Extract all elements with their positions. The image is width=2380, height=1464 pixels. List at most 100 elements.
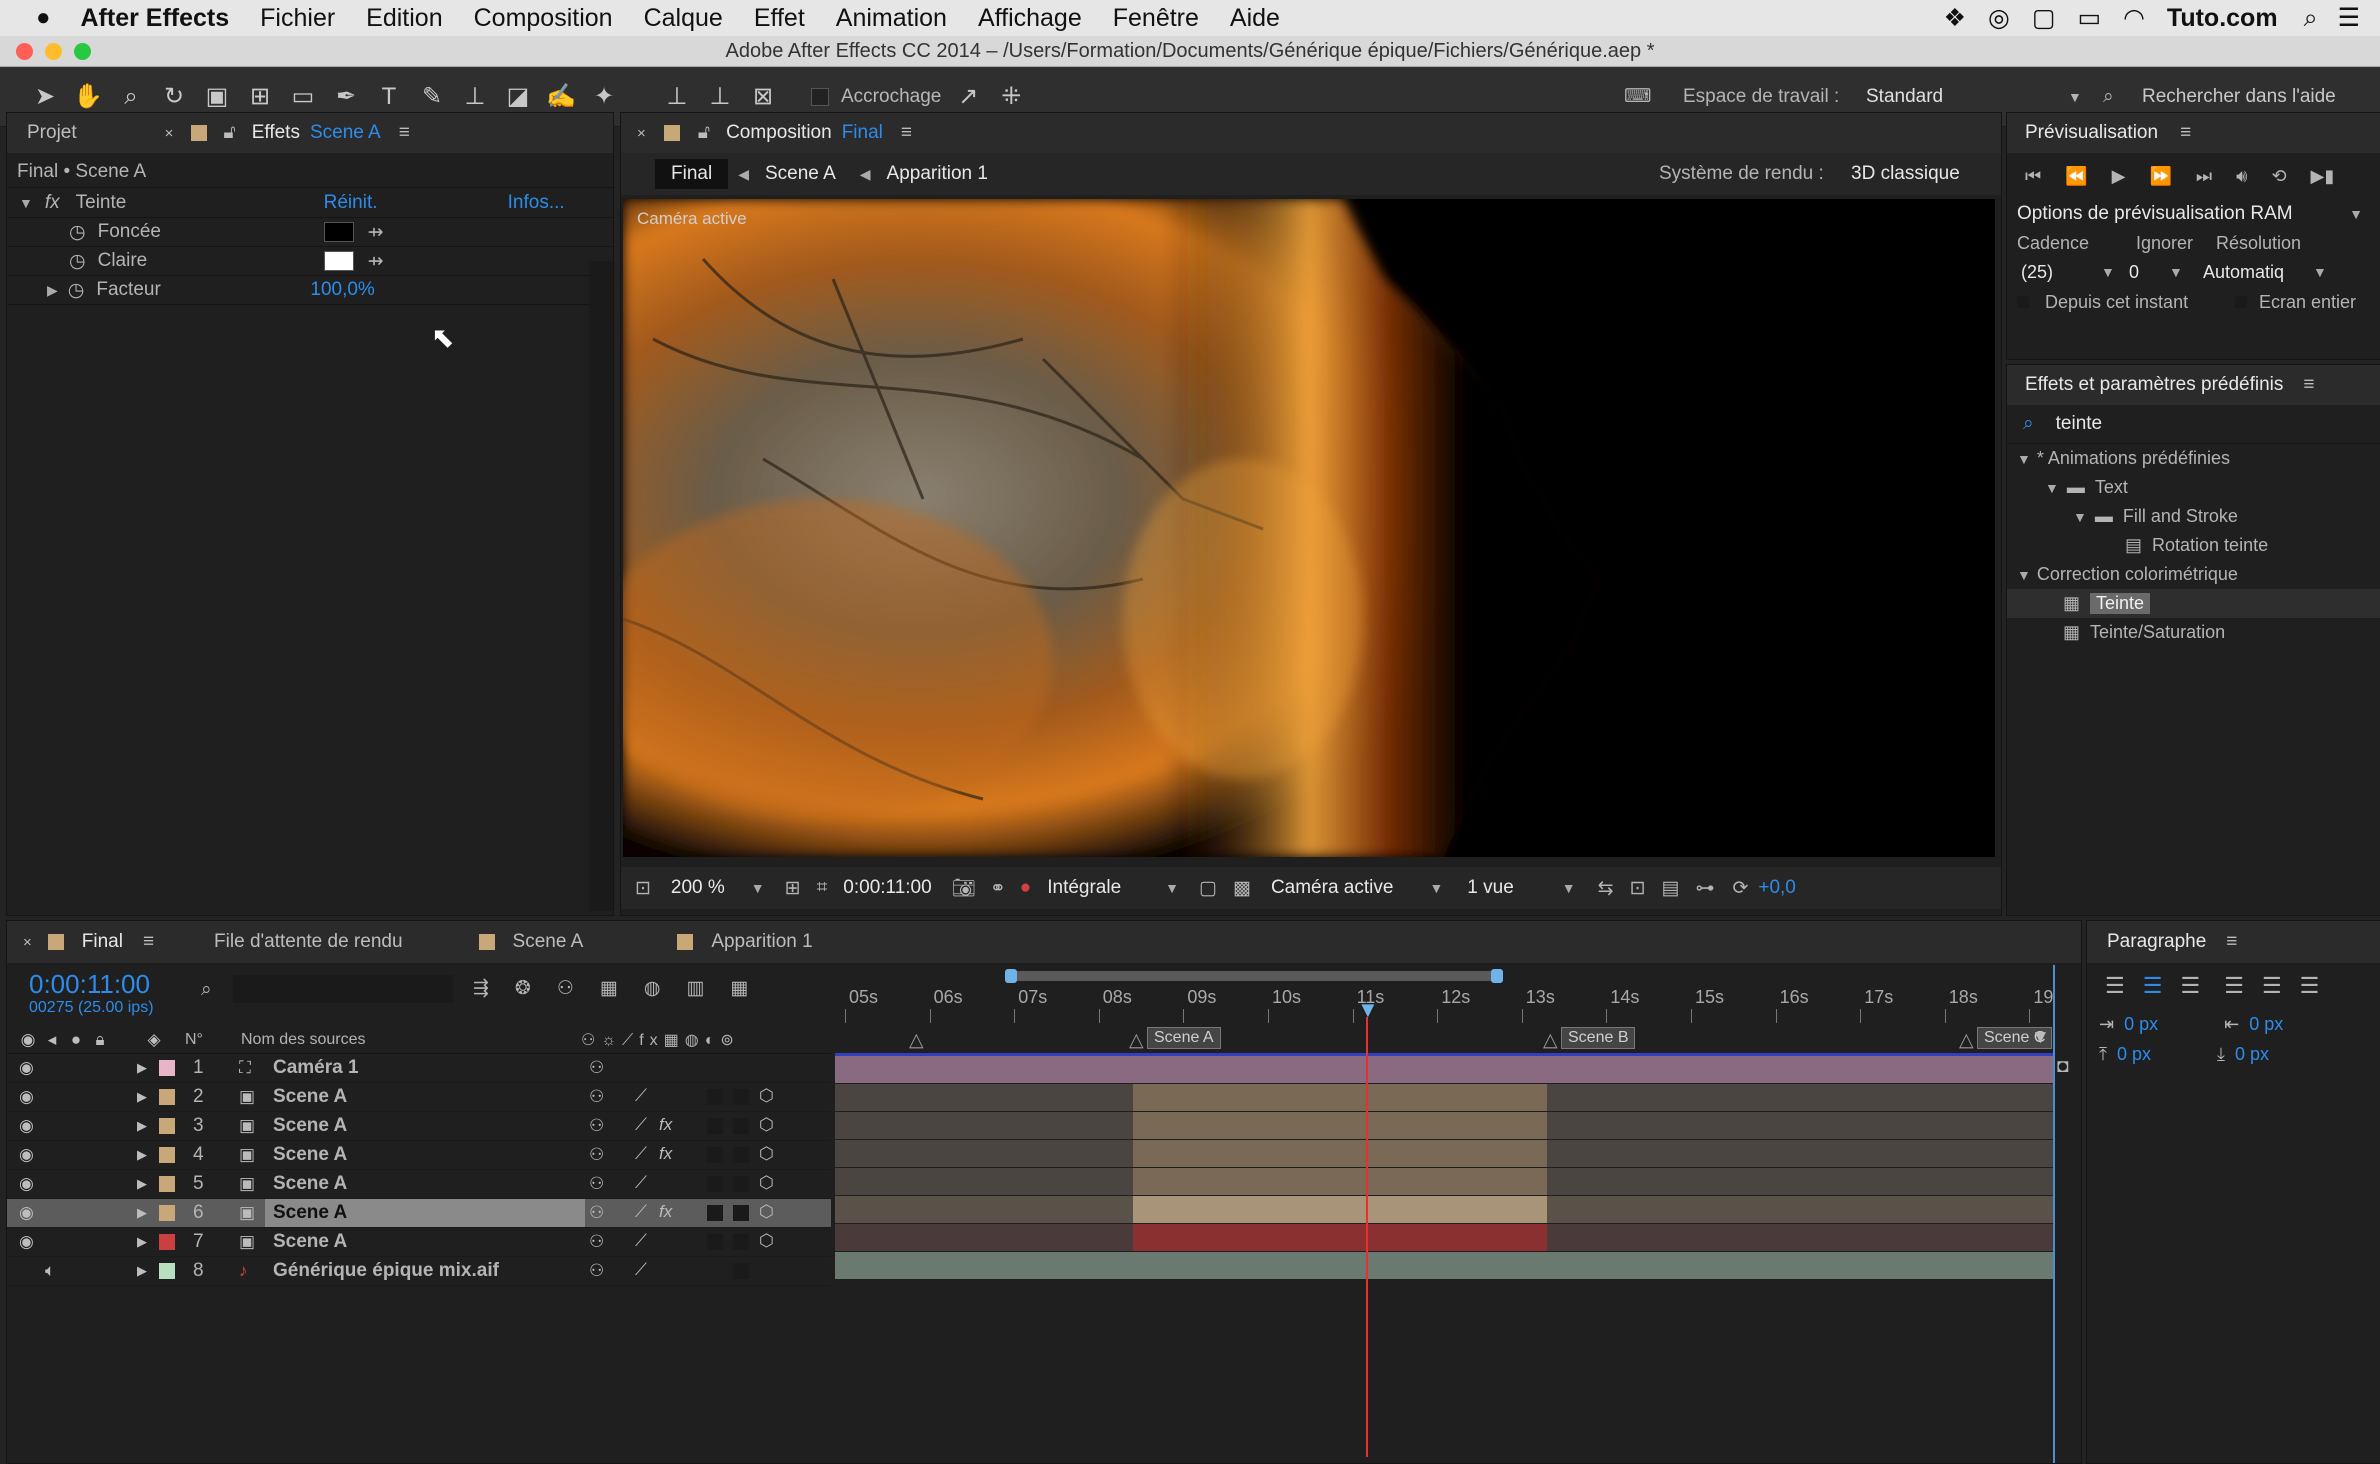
track-bar-3-active[interactable] <box>1133 1112 1547 1139</box>
shy-switch-icon[interactable]: ⚇ <box>589 1116 604 1136</box>
panel-menu-icon[interactable]: ≡ <box>901 122 912 144</box>
mask-visibility-icon[interactable]: ⌗ <box>817 877 828 899</box>
loop-icon[interactable]: ⟲ <box>2271 166 2286 187</box>
motion-blur-icon[interactable]: ◍ <box>644 977 661 1000</box>
screen-icon[interactable]: ▢ <box>2032 3 2056 33</box>
adjustment-box[interactable] <box>733 1089 749 1105</box>
rectangle-tool-icon[interactable]: ▭ <box>286 80 320 114</box>
eye-icon[interactable]: ◉ <box>19 1087 34 1107</box>
tree-item-teinte[interactable]: ▦ Teinte <box>2007 589 2380 618</box>
fx-icon[interactable]: fx <box>45 192 60 214</box>
work-area-end-handle[interactable] <box>1491 969 1503 983</box>
safe-margins-icon[interactable]: ⊞ <box>785 877 801 900</box>
channels-icon[interactable]: ● <box>1020 877 1031 899</box>
fx-switch-icon[interactable]: fx <box>659 1202 672 1222</box>
track-bar-6-active[interactable] <box>1133 1196 1547 1223</box>
selection-tool-icon[interactable]: ➤ <box>28 80 62 114</box>
stopwatch-icon[interactable]: ◷ <box>68 279 85 302</box>
rotate-tool-icon[interactable]: ↻ <box>157 80 191 114</box>
puppet-tool-icon[interactable]: ✦ <box>587 80 621 114</box>
chevron-down-icon[interactable]: ▼ <box>2101 264 2129 280</box>
chevron-down-icon[interactable]: ▼ <box>751 880 765 896</box>
eye-icon[interactable]: ◉ <box>19 1145 34 1165</box>
table-row[interactable]: ◉ ▶ 5 ▣ Scene A ⚇ ⟋ ⬡ <box>7 1170 831 1199</box>
shy-switch-icon[interactable]: ⚇ <box>589 1261 604 1281</box>
align-center-icon[interactable]: ☰ <box>2143 973 2163 999</box>
3d-layer-icon[interactable]: ⬡ <box>759 1144 774 1164</box>
label-color-swatch[interactable] <box>159 1234 175 1250</box>
layer-name[interactable]: Générique épique mix.aif <box>265 1257 585 1285</box>
toggle-pixel-icon[interactable]: ⇆ <box>1598 877 1614 900</box>
crumb-final[interactable]: Final <box>655 159 729 189</box>
from-now-checkbox[interactable] <box>2017 296 2029 308</box>
exposure-value[interactable]: +0,0 <box>1758 877 1796 899</box>
close-tab-icon[interactable]: × <box>637 125 646 142</box>
brush-tool-icon[interactable]: ✎ <box>415 80 449 114</box>
menu-effet[interactable]: Effet <box>754 4 805 33</box>
track-bar-audio[interactable] <box>835 1252 2053 1279</box>
motion-blur-box[interactable] <box>707 1205 723 1221</box>
expand-triangle-icon[interactable]: ▼ <box>2017 451 2031 467</box>
ram-options-row[interactable]: Options de prévisualisation RAM ▼ <box>2007 199 2380 229</box>
lock-icon[interactable]: 🔓︎ <box>698 122 710 144</box>
adjustment-box[interactable] <box>733 1205 749 1221</box>
comp-viewer[interactable]: Caméra active <box>623 199 1995 857</box>
adjustment-box[interactable] <box>733 1147 749 1163</box>
frame-blending-icon[interactable]: ▦ <box>600 977 618 1000</box>
effect-info-link[interactable]: Infos... <box>508 192 565 214</box>
motion-blur-box[interactable] <box>707 1147 723 1163</box>
hand-tool-icon[interactable]: ✋ <box>71 80 105 114</box>
layer-search-input[interactable] <box>233 975 453 1003</box>
motion-blur-box[interactable] <box>707 1234 723 1250</box>
local-axis-icon[interactable]: ⊥ <box>660 80 694 114</box>
expand-triangle-icon[interactable]: ▼ <box>19 195 33 211</box>
marker-end-icon[interactable]: ▼ <box>2031 1027 2050 1049</box>
renderer-value[interactable]: 3D classique <box>1851 163 1960 185</box>
shy-switch-icon[interactable]: ⚇ <box>589 1203 604 1223</box>
time-ruler[interactable]: 05s 06s 07s 08s 09s 10s 11s 12s 13s 14s 15s 16s 17s 1… <box>835 965 2053 1025</box>
label-color-swatch[interactable] <box>159 1147 175 1163</box>
menu-aide[interactable]: Aide <box>1230 4 1280 33</box>
chevron-down-icon[interactable]: ▼ <box>1562 880 1576 896</box>
layer-name[interactable]: Scene A <box>265 1228 585 1256</box>
tree-item-correction[interactable]: ▼ Correction colorimétrique <box>2007 560 2380 589</box>
table-row[interactable]: ◉ ▶ 2 ▣ Scene A ⚇ ⟋ ⬡ <box>7 1083 831 1112</box>
paragraph-title[interactable]: Paragraphe <box>2107 931 2206 953</box>
chevron-down-icon[interactable]: ▼ <box>1165 880 1179 896</box>
pan-behind-tool-icon[interactable]: ⊞ <box>243 80 277 114</box>
track-bar-4-active[interactable] <box>1133 1140 1547 1167</box>
audio-toggle-icon[interactable]: 🔈︎ <box>45 1261 55 1281</box>
table-row[interactable]: ◉ ▶ 6 ▣ Scene A ⚇ ⟋ fx ⬡ <box>7 1199 831 1228</box>
3d-layer-icon[interactable]: ⬡ <box>759 1202 774 1222</box>
quality-switch-icon[interactable]: ⟋ <box>635 1115 647 1135</box>
presets-search-input[interactable]: teinte <box>2056 413 2102 435</box>
motion-blur-box[interactable] <box>707 1176 723 1192</box>
layer-name[interactable]: Caméra 1 <box>265 1054 585 1082</box>
label-color-swatch[interactable] <box>159 1118 175 1134</box>
dropbox-icon[interactable]: ❖ <box>1944 3 1966 33</box>
expand-triangle-icon[interactable]: ▶ <box>137 1263 147 1279</box>
text-tool-icon[interactable]: T <box>372 80 406 114</box>
shy-layers-icon[interactable]: ⚇ <box>557 977 574 1000</box>
layer-name[interactable]: Scene A <box>265 1112 585 1140</box>
last-frame-icon[interactable]: ⏭ <box>2196 166 2212 187</box>
layer-name[interactable]: Scene A <box>265 1199 585 1227</box>
preview-title[interactable]: Prévisualisation <box>2025 122 2158 144</box>
color-swatch-foncee[interactable] <box>323 222 354 242</box>
help-search-input[interactable]: Rechercher dans l'aide <box>2142 86 2336 108</box>
panel-menu-icon[interactable]: ≡ <box>143 931 154 953</box>
quality-switch-icon[interactable]: ⟋ <box>635 1144 647 1164</box>
tree-item-rotation-teinte[interactable]: ▤ Rotation teinte <box>2007 531 2380 560</box>
adjustment-box[interactable] <box>733 1176 749 1192</box>
flowchart-icon[interactable]: ⊶ <box>1695 877 1714 900</box>
label-color-swatch[interactable] <box>159 1176 175 1192</box>
chevron-down-icon[interactable]: ▼ <box>1429 880 1443 896</box>
3d-layer-icon[interactable]: ⬡ <box>759 1115 774 1135</box>
align-left-icon[interactable]: ☰ <box>2105 973 2125 999</box>
menu-fichier[interactable]: Fichier <box>260 4 335 33</box>
cadence-select[interactable]: (25) <box>2021 262 2101 283</box>
col-name[interactable]: Nom des sources <box>241 1031 366 1049</box>
wifi-icon[interactable]: ◠ <box>2123 3 2145 33</box>
tab-project[interactable]: Projet <box>27 122 77 144</box>
stopwatch-icon[interactable]: ◷ <box>69 221 86 244</box>
